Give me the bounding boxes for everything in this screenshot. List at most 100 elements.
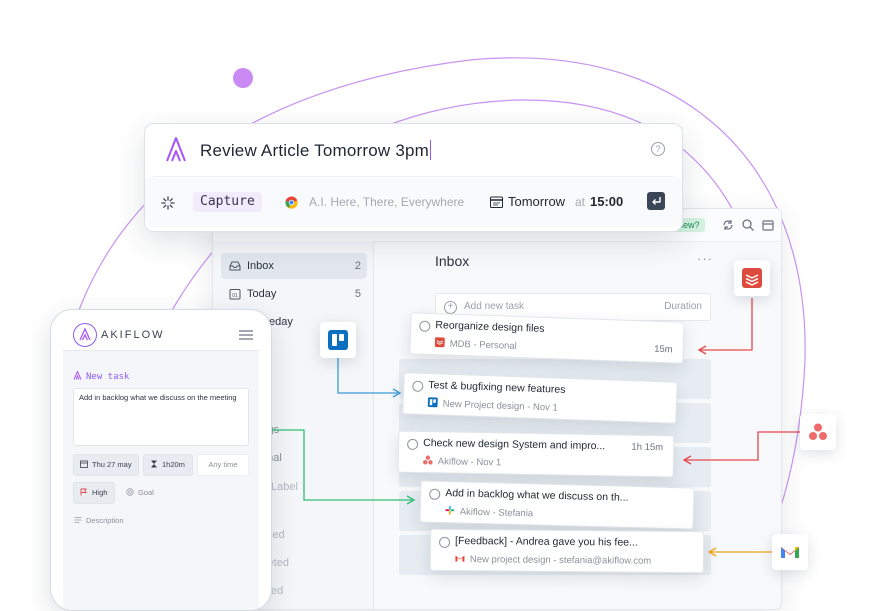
duration-chip[interactable]: 1h20m <box>143 454 193 476</box>
task-checkbox[interactable] <box>412 380 424 392</box>
trello-icon <box>427 397 438 408</box>
sidebar-item-label: Inbox <box>247 260 274 272</box>
priority-chip-label: High <box>92 488 108 497</box>
task-source: New project design - stefania@akiflow.co… <box>455 553 651 567</box>
sidebar-item-label-section[interactable]: Label <box>271 481 298 493</box>
task-source-text: New project design - stefania@akiflow.co… <box>469 554 652 567</box>
task-source-text: Akiflow - Nov 1 <box>437 456 502 469</box>
time-chip[interactable]: Any time <box>197 454 249 476</box>
akiflow-logo-icon <box>73 323 97 347</box>
task-duration: 15m <box>653 343 673 356</box>
brand-name: AKIFLOW <box>101 329 165 341</box>
sidebar-item-count: 5 <box>354 288 361 300</box>
source-context-text: A.I. Here, There, Everywhere <box>309 195 465 209</box>
accent-dot <box>233 68 253 88</box>
inbox-icon <box>229 261 241 271</box>
sidebar-item-label: Today <box>247 288 277 300</box>
task-checkbox[interactable] <box>419 320 431 332</box>
capture-options-row: Capture A.I. Here, There, Everywhere Tom… <box>145 178 682 228</box>
task-title: Reorganize design files <box>435 319 545 335</box>
svg-text:01: 01 <box>232 293 238 299</box>
sidebar-item-label: eday <box>269 316 293 328</box>
page-title: Inbox <box>435 253 470 269</box>
priority-chip[interactable]: High <box>73 482 115 504</box>
date-chip[interactable]: Tomorrow <box>508 194 565 209</box>
enter-key-icon[interactable] <box>647 192 665 210</box>
new-task-heading: New task <box>73 371 129 382</box>
task-source: Akiflow - Nov 1 <box>423 455 502 468</box>
todoist-integration-tile[interactable] <box>734 260 770 296</box>
task-title: Test & bugfixing new features <box>428 379 566 396</box>
quick-capture-bar[interactable]: Review Article Tomorrow 3pm ? Capture A.… <box>144 123 683 232</box>
hourglass-icon <box>151 460 157 468</box>
sidebar-item-archived[interactable]: ed <box>271 585 283 597</box>
at-label: at <box>575 195 586 209</box>
divider <box>153 176 674 177</box>
more-options-icon[interactable]: ··· <box>697 251 713 266</box>
trello-icon <box>328 330 348 350</box>
task-source: MDB - Personal <box>434 337 517 352</box>
todoist-icon <box>742 268 762 288</box>
capture-mode-chip[interactable]: Capture <box>193 192 262 212</box>
task-source: New Project design - Nov 1 <box>427 397 558 414</box>
task-checkbox[interactable] <box>439 536 451 548</box>
gmail-icon <box>455 555 465 562</box>
chrome-icon <box>285 196 298 209</box>
task-checkbox[interactable] <box>407 438 419 450</box>
calendar-icon[interactable] <box>761 218 775 232</box>
capture-input[interactable]: Review Article Tomorrow 3pm <box>200 140 431 161</box>
hamburger-menu-icon[interactable] <box>239 330 253 340</box>
target-icon <box>126 488 134 496</box>
date-chip[interactable]: Thu 27 may <box>73 454 139 476</box>
trello-integration-tile[interactable] <box>320 322 356 358</box>
date-chip-label: Thu 27 may <box>92 460 132 469</box>
gmail-icon <box>781 547 799 558</box>
new-task-label: New task <box>86 372 130 382</box>
mobile-new-task-form: New task Add in backlog what we discuss … <box>63 351 259 610</box>
asana-integration-tile[interactable] <box>800 414 836 450</box>
task-card[interactable]: Add in backlog what we discuss on th... … <box>419 480 695 530</box>
task-source-text: MDB - Personal <box>449 338 517 352</box>
calendar-day-icon: 01 <box>229 289 241 300</box>
goal-chip-label: Goal <box>138 488 154 497</box>
task-source: Akiflow - Stefania <box>445 505 534 519</box>
goal-chip[interactable]: Goal <box>119 482 165 504</box>
help-icon[interactable]: ? <box>651 142 665 156</box>
loading-spinner-icon <box>161 196 175 210</box>
task-card[interactable]: [Feedback] - Andrea gave you his fee... … <box>429 528 705 574</box>
gmail-integration-tile[interactable] <box>772 534 808 570</box>
task-title: Check new design System and impro... <box>423 437 606 453</box>
search-icon[interactable] <box>741 218 755 232</box>
mobile-header: AKIFLOW <box>63 320 259 351</box>
calendar-icon <box>490 196 503 208</box>
duration-label: Duration <box>664 301 702 312</box>
task-checkbox[interactable] <box>429 488 441 500</box>
time-chip[interactable]: 15:00 <box>590 194 623 209</box>
calendar-icon <box>80 460 88 468</box>
slack-icon <box>445 505 455 515</box>
asana-icon <box>423 455 433 465</box>
capture-input-text: Review Article Tomorrow 3pm <box>200 141 429 160</box>
text-caret <box>430 140 431 160</box>
plus-icon: + <box>444 301 457 314</box>
akiflow-logo-icon <box>166 137 186 162</box>
asana-icon <box>809 423 827 440</box>
mobile-app: AKIFLOW New task Add in backlog what we … <box>50 309 272 611</box>
description-chip[interactable]: Description <box>67 510 139 532</box>
sidebar-item-today[interactable]: 01 Today 5 <box>221 281 367 307</box>
sidebar-item-count: 2 <box>354 260 361 272</box>
akiflow-small-icon <box>73 371 82 380</box>
task-source-text: New Project design - Nov 1 <box>442 398 558 414</box>
sidebar-item-inbox[interactable]: Inbox 2 <box>221 253 367 279</box>
flag-icon <box>80 488 87 496</box>
todoist-icon <box>434 337 445 348</box>
description-chip-label: Description <box>86 516 124 525</box>
sync-icon[interactable] <box>721 218 735 232</box>
task-duration: 1h 15m <box>631 441 664 454</box>
task-title: [Feedback] - Andrea gave you his fee... <box>455 535 638 549</box>
task-title: Add in backlog what we discuss on th... <box>445 487 629 504</box>
task-source-text: Akiflow - Stefania <box>459 506 534 520</box>
task-text-area[interactable]: Add in backlog what we discuss on the me… <box>73 388 249 446</box>
description-icon <box>74 517 82 523</box>
task-card[interactable]: Check new design System and impro... 1h … <box>397 430 675 478</box>
